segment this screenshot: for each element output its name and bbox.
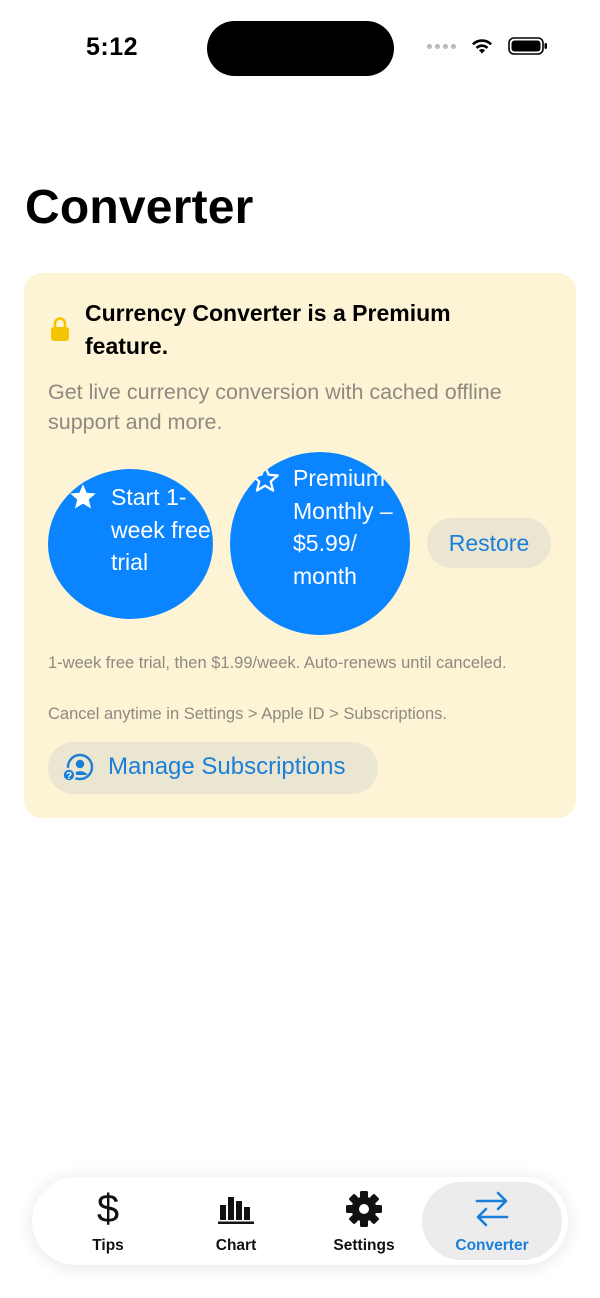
battery-icon <box>508 37 547 55</box>
status-icons <box>427 36 548 56</box>
manage-subscriptions-button[interactable]: ? Manage Subscriptions <box>48 742 378 794</box>
converter-screen: 5:12 Converter Currency Converter is a P… <box>0 0 600 1298</box>
star-filled-icon <box>70 484 96 509</box>
arrows-exchange-icon <box>472 1187 512 1231</box>
tab-tips-label: Tips <box>92 1237 124 1254</box>
tab-settings-label: Settings <box>333 1237 395 1254</box>
trial-terms: 1-week free trial, then $1.99/week. Auto… <box>48 654 507 672</box>
premium-monthly-button[interactable]: Premium Monthly – $5.99/ month <box>230 452 410 635</box>
status-time: 5:12 <box>86 33 139 61</box>
person-question-icon: ? <box>62 753 94 783</box>
tab-chart-label: Chart <box>215 1237 257 1254</box>
star-outline-icon <box>251 465 279 492</box>
gear-icon <box>345 1187 383 1231</box>
tab-chart[interactable]: Chart <box>166 1182 306 1260</box>
svg-text:?: ? <box>66 771 72 782</box>
chart-icon <box>217 1187 255 1231</box>
premium-monthly-label: Premium Monthly – $5.99/ month <box>293 465 393 589</box>
start-trial-button[interactable]: Start 1-week free trial <box>48 469 213 619</box>
page-title: Converter <box>25 181 254 234</box>
premium-heading: Currency Converter is a Premium feature. <box>85 300 451 359</box>
tab-bar: $ Tips Chart Settings Converter <box>32 1177 568 1265</box>
premium-description: Get live currency conversion with cached… <box>48 380 502 434</box>
dollar-icon: $ <box>96 1187 120 1231</box>
lock-icon <box>51 317 69 341</box>
tab-tips[interactable]: $ Tips <box>38 1182 178 1260</box>
tab-settings[interactable]: Settings <box>294 1182 434 1260</box>
start-trial-label: Start 1-week free trial <box>111 484 211 575</box>
wifi-icon <box>472 39 492 54</box>
cancel-info: Cancel anytime in Settings > Apple ID > … <box>48 705 447 723</box>
dynamic-island <box>207 21 394 76</box>
tab-converter[interactable]: Converter <box>422 1182 562 1260</box>
tab-converter-label: Converter <box>455 1237 529 1254</box>
restore-button[interactable]: Restore <box>427 518 551 568</box>
cellular-signal-icon <box>427 43 456 49</box>
manage-subscriptions-label: Manage Subscriptions <box>108 753 346 780</box>
